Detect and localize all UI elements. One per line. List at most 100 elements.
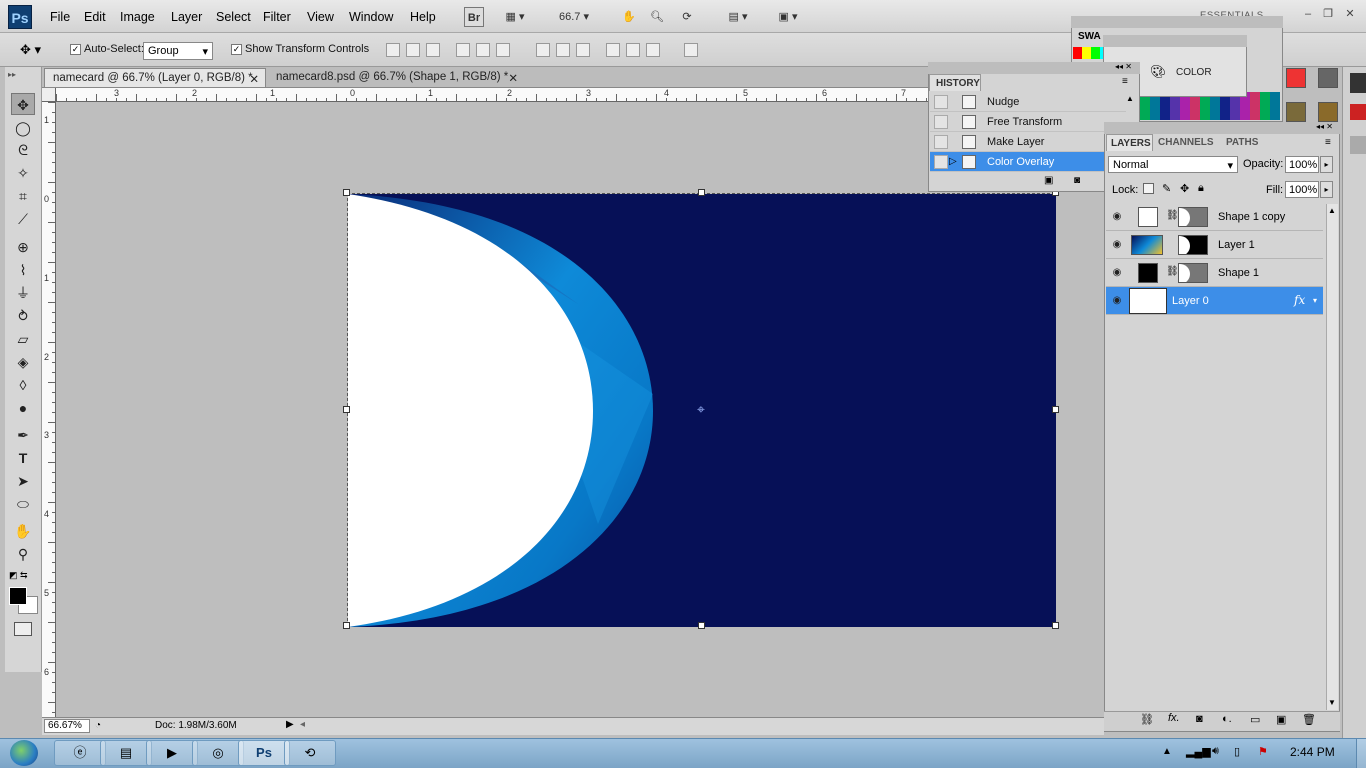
tray-action-center-icon[interactable]: ⚑: [1258, 745, 1268, 758]
taskbar-chrome-icon[interactable]: ◎: [192, 740, 244, 766]
style-swatch-gray[interactable]: [1318, 68, 1338, 88]
menu-window[interactable]: Window: [349, 10, 393, 24]
scroll-left-icon[interactable]: ◂: [300, 719, 305, 730]
tab-namecard[interactable]: namecard @ 66.7% (Layer 0, RGB/8) * ✕: [44, 68, 266, 87]
align-bottom-icon[interactable]: [426, 43, 440, 57]
layer-name[interactable]: Shape 1: [1218, 267, 1259, 279]
zoom-tool-icon[interactable]: 🔍︎: [648, 7, 666, 27]
link-layers-icon[interactable]: ⛓︎: [1140, 713, 1154, 726]
transform-handle[interactable]: [698, 189, 705, 196]
history-snapshot-icon[interactable]: ◙: [1074, 175, 1080, 186]
transform-handle[interactable]: [343, 189, 350, 196]
dodge-tool-icon[interactable]: ●: [11, 397, 35, 419]
add-mask-icon[interactable]: ◙: [1196, 713, 1203, 725]
layer-name[interactable]: Shape 1 copy: [1218, 211, 1285, 223]
bridge-button[interactable]: Br: [464, 7, 484, 27]
zoom-level-select[interactable]: 66.7 ▾: [552, 7, 596, 27]
menu-select[interactable]: Select: [216, 10, 251, 24]
type-tool-icon[interactable]: T: [11, 447, 35, 469]
taskbar-photoshop-icon[interactable]: Ps: [238, 740, 290, 766]
restore-icon[interactable]: ❐: [1320, 7, 1336, 21]
taskbar-media-player-icon[interactable]: ▶: [146, 740, 198, 766]
default-colors-icon[interactable]: ◩ ⇆: [9, 570, 28, 581]
auto-select-dropdown[interactable]: Group ▾: [143, 42, 213, 60]
foreground-color-swatch[interactable]: [9, 587, 27, 605]
distribute-right-icon[interactable]: [646, 43, 660, 57]
visibility-eye-icon[interactable]: ◉: [1111, 212, 1123, 222]
blur-tool-icon[interactable]: ◊: [11, 374, 35, 396]
ruler-origin[interactable]: [42, 88, 56, 102]
menu-layer[interactable]: Layer: [171, 10, 202, 24]
menu-file[interactable]: File: [50, 10, 70, 24]
history-item-make-layer[interactable]: Make Layer: [930, 132, 1126, 152]
status-menu-arrow-icon[interactable]: ▶: [286, 719, 294, 730]
style-swatch-gold[interactable]: [1318, 102, 1338, 122]
distribute-left-icon[interactable]: [606, 43, 620, 57]
transform-handle[interactable]: [698, 622, 705, 629]
hand-tool-icon[interactable]: ✋: [620, 7, 638, 27]
lock-position-icon[interactable]: ✥: [1180, 182, 1189, 195]
transform-handle[interactable]: [343, 622, 350, 629]
link-icon[interactable]: ⛓︎: [1166, 266, 1179, 277]
lock-transparent-icon[interactable]: [1143, 183, 1154, 194]
history-brush-source-icon[interactable]: ▷: [949, 156, 957, 167]
new-group-icon[interactable]: ▭: [1250, 713, 1260, 726]
swatches-tab[interactable]: SWA: [1078, 31, 1101, 42]
layers-scroll-up-icon[interactable]: ▲: [1328, 206, 1336, 215]
transform-center-icon[interactable]: ⌖: [694, 402, 708, 416]
align-top-icon[interactable]: [386, 43, 400, 57]
layers-menu-icon[interactable]: ≡: [1325, 137, 1331, 148]
layer-effects-icon[interactable]: fx: [1294, 293, 1305, 307]
transform-handle[interactable]: [343, 406, 350, 413]
transform-handle[interactable]: [1052, 622, 1059, 629]
history-brush-tool-icon[interactable]: ⥁: [11, 305, 35, 327]
move-tool-preset-icon[interactable]: ✥ ▾: [20, 42, 41, 58]
menu-image[interactable]: Image: [120, 10, 155, 24]
toolbox-collapse-icon[interactable]: ▸▸: [8, 70, 16, 79]
visibility-eye-icon[interactable]: ◉: [1111, 268, 1123, 278]
taskbar-ie-icon[interactable]: ⓔ: [54, 740, 106, 766]
tray-expand-icon[interactable]: ▲: [1162, 746, 1172, 757]
effects-expand-icon[interactable]: ▾: [1313, 296, 1317, 305]
adjustment-layer-icon[interactable]: ◐.: [1222, 713, 1232, 725]
menu-edit[interactable]: Edit: [84, 10, 106, 24]
tab-layers[interactable]: LAYERS: [1106, 134, 1153, 151]
show-transform-checkbox[interactable]: ✓: [231, 44, 242, 55]
arrange-documents-button[interactable]: ▤ ▾: [722, 7, 754, 27]
history-new-document-icon[interactable]: ▣: [1044, 175, 1053, 186]
blend-mode-dropdown[interactable]: Normal ▾: [1108, 156, 1238, 173]
color-panel-label[interactable]: COLOR: [1176, 67, 1212, 78]
visibility-eye-icon[interactable]: ◉: [1111, 240, 1123, 250]
align-left-icon[interactable]: [456, 43, 470, 57]
distribute-bottom-icon[interactable]: [576, 43, 590, 57]
tab-namecard8[interactable]: namecard8.psd @ 66.7% (Shape 1, RGB/8) *…: [268, 68, 524, 87]
start-button[interactable]: [4, 738, 44, 768]
layers-scroll-down-icon[interactable]: ▼: [1328, 698, 1336, 707]
minimize-icon[interactable]: –: [1300, 7, 1316, 21]
eyedropper-tool-icon[interactable]: ⟋: [11, 208, 35, 230]
status-zoom-field[interactable]: 66.67%: [44, 719, 90, 733]
paint-bucket-tool-icon[interactable]: ◈: [11, 351, 35, 373]
opacity-field[interactable]: 100%: [1285, 156, 1319, 173]
menu-help[interactable]: Help: [410, 10, 436, 24]
auto-select-checkbox[interactable]: ✓: [70, 44, 81, 55]
rotate-view-icon[interactable]: ⟳: [678, 7, 696, 27]
history-snapshot-box[interactable]: [934, 115, 948, 129]
dock-style-swatch[interactable]: [1350, 73, 1366, 93]
history-collapse-icon[interactable]: ◂◂ ✕: [1115, 62, 1132, 71]
layers-scrollbar[interactable]: [1326, 204, 1338, 710]
marquee-tool-icon[interactable]: ◯: [11, 117, 35, 139]
taskbar-explorer-icon[interactable]: ▤: [100, 740, 152, 766]
layer-name[interactable]: Layer 1: [1218, 239, 1255, 251]
history-scroll-up-icon[interactable]: ▲: [1126, 94, 1134, 103]
layers-collapse-icon[interactable]: ◂◂ ✕: [1316, 122, 1333, 131]
hand-tool-sidebar-icon[interactable]: ✋: [11, 520, 35, 542]
taskbar-clock[interactable]: 2:44 PM: [1290, 745, 1335, 759]
tab-channels[interactable]: CHANNELS: [1158, 137, 1214, 148]
delete-layer-icon[interactable]: 🗑︎: [1302, 713, 1316, 726]
history-menu-icon[interactable]: ≡: [1122, 76, 1128, 87]
align-right-icon[interactable]: [496, 43, 510, 57]
menu-filter[interactable]: Filter: [263, 10, 291, 24]
ellipse-shape-tool-icon[interactable]: ⬭: [11, 493, 35, 515]
close-icon[interactable]: ✕: [1342, 7, 1358, 21]
